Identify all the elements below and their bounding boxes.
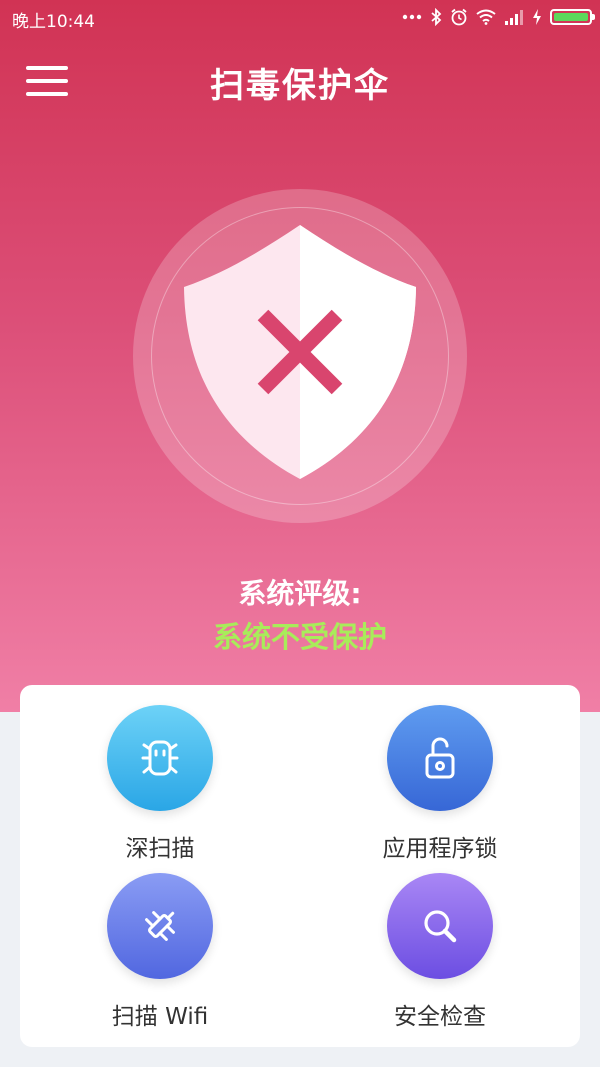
unlock-icon bbox=[425, 737, 455, 779]
shield-x-icon bbox=[184, 225, 416, 479]
battery-icon bbox=[550, 9, 595, 25]
status-icons bbox=[402, 5, 595, 29]
charging-icon bbox=[533, 9, 541, 25]
bug-icon bbox=[141, 740, 179, 776]
wifi-icon bbox=[476, 9, 496, 25]
signal-icon bbox=[505, 10, 523, 25]
app-lock-button[interactable]: 应用程序锁 bbox=[330, 685, 550, 862]
alarm-icon bbox=[451, 8, 467, 26]
status-bar: 晚上10:44 bbox=[0, 0, 600, 34]
system-rating-label: 系统评级: bbox=[238, 577, 362, 610]
scan-wifi-label: 扫描 Wifi bbox=[111, 1004, 209, 1030]
security-check-icon-circle bbox=[387, 873, 493, 979]
battery-level bbox=[554, 13, 588, 21]
page-title: 扫毒保护伞 bbox=[210, 66, 390, 106]
scan-wifi-icon-circle bbox=[107, 873, 213, 979]
bluetooth-icon bbox=[431, 8, 442, 26]
security-check-label: 安全检查 bbox=[394, 1004, 486, 1030]
scan-wifi-button[interactable]: 扫描 Wifi bbox=[50, 853, 270, 1030]
action-card: 深扫描 应用程序锁 扫描 Wifi 安全检查 bbox=[20, 685, 580, 1047]
system-rating-value: 系统不受保护 bbox=[212, 620, 387, 654]
search-icon bbox=[424, 910, 457, 943]
more-dots-icon bbox=[402, 14, 422, 20]
status-time: 晚上10:44 bbox=[12, 12, 95, 32]
satellite-icon bbox=[145, 911, 175, 941]
deep-scan-icon-circle bbox=[107, 705, 213, 811]
deep-scan-button[interactable]: 深扫描 bbox=[50, 685, 270, 862]
app-lock-icon-circle bbox=[387, 705, 493, 811]
shield-status-indicator bbox=[133, 189, 467, 523]
security-check-button[interactable]: 安全检查 bbox=[330, 853, 550, 1030]
